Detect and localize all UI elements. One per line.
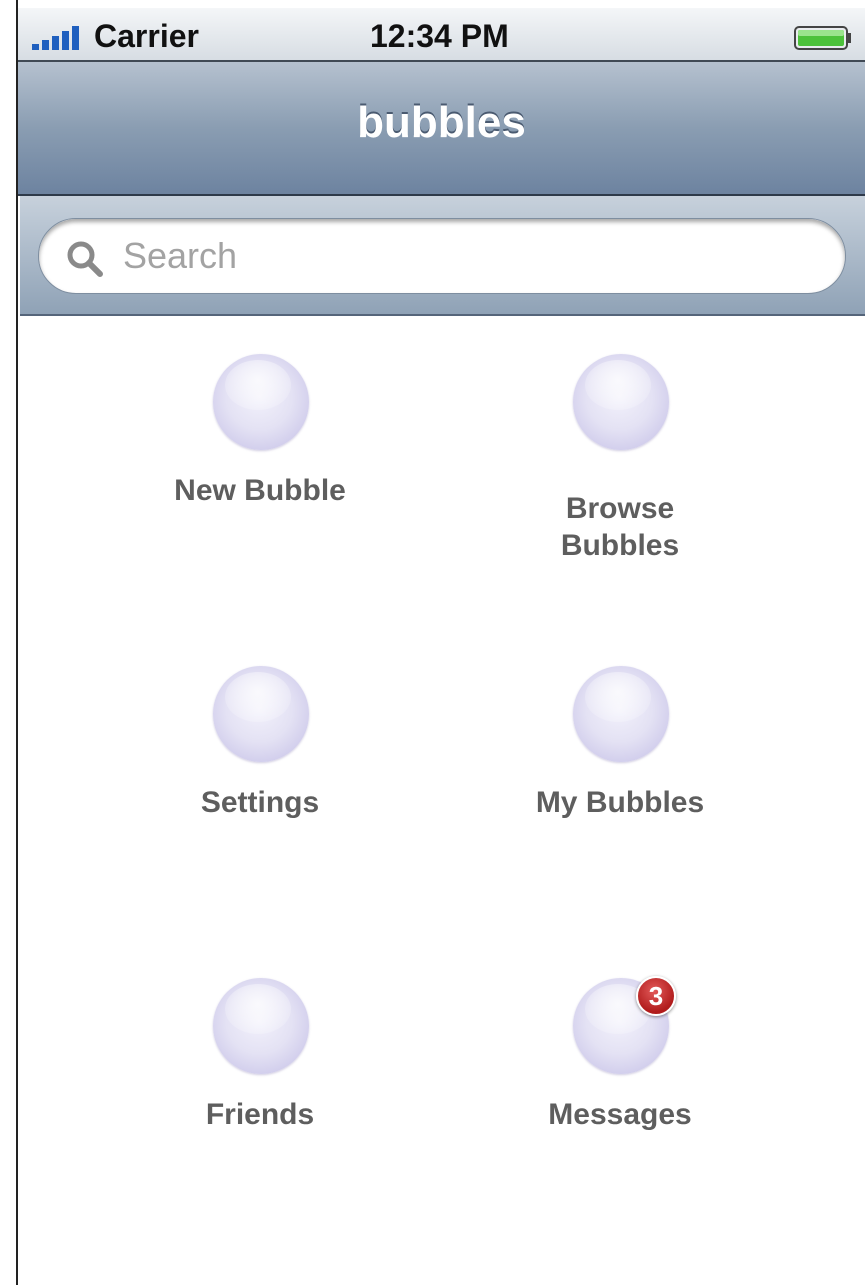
menu-item-friends[interactable]: Friends (80, 948, 440, 1208)
menu-item-settings[interactable]: Settings (80, 636, 440, 896)
bubble-icon[interactable] (573, 354, 669, 450)
menu-item-my-bubbles[interactable]: My Bubbles (440, 636, 800, 896)
status-bar: Carrier 12:34 PM (18, 8, 865, 62)
search-input[interactable]: Search (38, 218, 846, 294)
search-icon (67, 241, 103, 277)
search-placeholder: Search (123, 235, 238, 276)
menu-item-messages[interactable]: 3 Messages (440, 948, 800, 1208)
menu-item-label: Friends (205, 1098, 315, 1131)
carrier-name: Carrier (94, 18, 199, 54)
bubble-icon[interactable] (213, 666, 309, 762)
nav-bar: bubbles (18, 62, 865, 196)
page-title: bubbles (357, 98, 526, 147)
menu-item-label: New Bubble (174, 474, 346, 507)
battery-icon (794, 26, 851, 50)
search-bar: Search (20, 196, 865, 316)
menu-item-label: Browse Bubbles (560, 492, 680, 562)
bubble-icon[interactable] (573, 666, 669, 762)
menu-item-label: My Bubbles (535, 786, 705, 819)
device-frame: Carrier 12:34 PM bubbles Search New Bubb… (0, 0, 865, 1285)
menu-grid: New Bubble Browse Bubbles Settings My Bu… (18, 316, 865, 1285)
menu-item-new-bubble[interactable]: New Bubble (80, 324, 440, 584)
phone-screen: Carrier 12:34 PM bubbles Search New Bubb… (18, 8, 865, 1285)
menu-item-label: Settings (200, 786, 320, 819)
notification-badge: 3 (636, 976, 676, 1016)
bubble-icon[interactable] (213, 354, 309, 450)
bubble-icon[interactable] (213, 978, 309, 1074)
menu-item-label: Messages (548, 1098, 692, 1131)
menu-item-browse-bubbles[interactable]: Browse Bubbles (440, 324, 800, 584)
status-time: 12:34 PM (370, 18, 509, 54)
signal-bars-icon (32, 26, 79, 50)
